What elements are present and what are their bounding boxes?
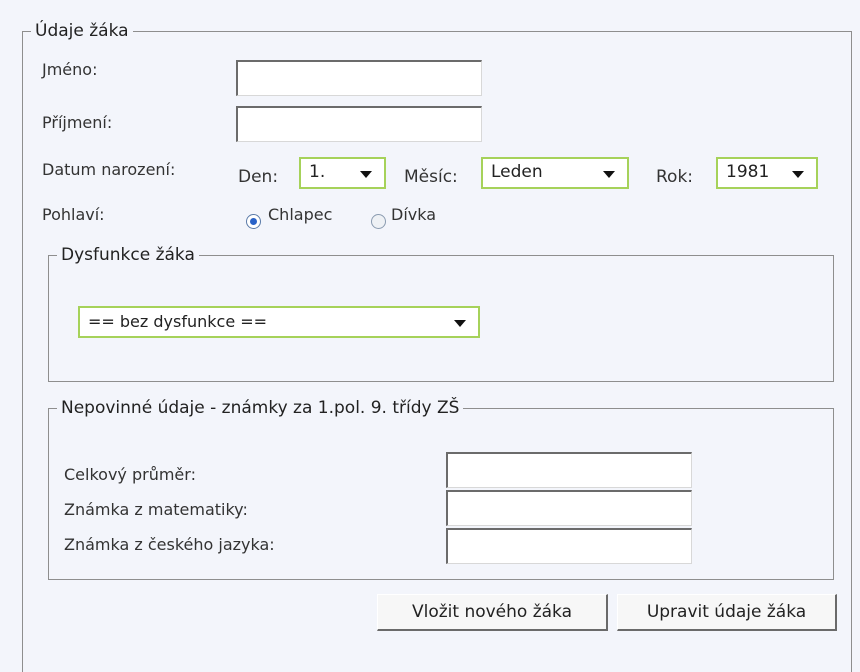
optional-legend: Nepovinné údaje - známky za 1.pol. 9. tř… xyxy=(57,397,464,419)
math-label: Známka z matematiky: xyxy=(64,500,248,519)
day-value: 1. xyxy=(309,162,326,182)
first-name-label: Jméno: xyxy=(42,60,98,79)
average-label: Celkový průměr: xyxy=(64,465,196,484)
student-legend: Údaje žáka xyxy=(31,20,133,42)
month-value: Leden xyxy=(491,162,543,182)
birth-date-label: Datum narození: xyxy=(42,160,176,179)
chevron-down-icon xyxy=(360,171,372,178)
first-name-field[interactable] xyxy=(236,60,482,96)
chevron-down-icon xyxy=(603,171,615,178)
chevron-down-icon xyxy=(792,171,804,178)
radio-chlapec[interactable] xyxy=(246,214,261,229)
czech-label: Známka z českého jazyka: xyxy=(64,535,275,554)
year-value: 1981 xyxy=(726,162,770,182)
optional-fieldset: Nepovinné údaje - známky za 1.pol. 9. tř… xyxy=(48,397,834,580)
edit-student-button[interactable]: Upravit údaje žáka xyxy=(617,594,837,631)
month-label: Měsíc: xyxy=(404,167,458,187)
day-label: Den: xyxy=(238,167,279,187)
math-field[interactable] xyxy=(446,490,692,526)
average-field[interactable] xyxy=(446,452,692,488)
dysfunction-select[interactable]: == bez dysfunkce == xyxy=(78,306,480,338)
dysfunction-value: == bez dysfunkce == xyxy=(88,312,268,331)
gender-label: Pohlaví: xyxy=(42,205,105,224)
last-name-label: Příjmení: xyxy=(42,113,113,132)
month-select[interactable]: Leden xyxy=(481,157,629,189)
dysfunction-legend: Dysfunkce žáka xyxy=(57,244,199,266)
year-label: Rok: xyxy=(656,167,694,187)
radio-divka[interactable] xyxy=(371,214,386,229)
czech-field[interactable] xyxy=(446,528,692,564)
year-select[interactable]: 1981 xyxy=(716,157,818,189)
insert-student-button[interactable]: Vložit nového žáka xyxy=(377,594,608,631)
radio-divka-label[interactable]: Dívka xyxy=(391,205,436,224)
last-name-field[interactable] xyxy=(236,106,482,142)
day-select[interactable]: 1. xyxy=(299,157,386,189)
chevron-down-icon xyxy=(454,320,466,327)
radio-chlapec-label[interactable]: Chlapec xyxy=(268,205,332,224)
